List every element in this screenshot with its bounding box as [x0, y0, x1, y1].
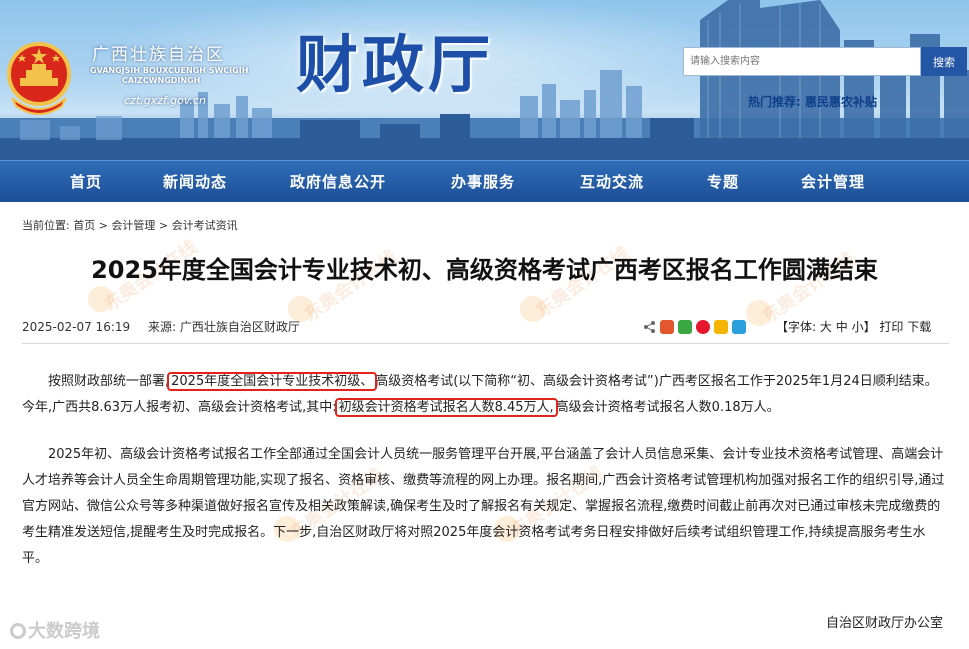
wechat-share-icon[interactable]	[678, 320, 692, 334]
nav-accounting[interactable]: 会计管理	[801, 161, 865, 203]
publish-date: 2025-02-07 16:19	[22, 320, 131, 334]
search-input[interactable]	[683, 47, 921, 76]
site-header: 广西壮族自治区 GVANGJSIH BOUXCUENGH SWCIGIH CAI…	[0, 0, 969, 160]
hot-recommend: 热门推荐: 惠民惠农补贴	[748, 93, 877, 110]
font-large[interactable]: 大	[820, 320, 832, 334]
weibo-share-icon[interactable]	[696, 320, 710, 334]
article-source: 来源: 广西壮族自治区财政厅	[147, 320, 300, 334]
site-title: 财政厅	[296, 28, 495, 101]
breadcrumb-sep: >	[98, 219, 108, 232]
corner-logo-text: 大数跨境	[28, 621, 100, 642]
font-options: 【字体: 大 中 小】 打印 下载	[776, 318, 931, 335]
watermark-logo	[746, 300, 772, 326]
nav-services[interactable]: 办事服务	[451, 161, 515, 203]
p2-text: 2025年初、高级会计资格考试报名工作全部通过全国会计人员统一服务管理平台开展,…	[22, 447, 945, 566]
highlight-box-1: 2025年度全国会计专业技术初级、	[167, 372, 378, 391]
nav-home[interactable]: 首页	[70, 161, 102, 203]
highlight-box-2: 初级会计资格考试报名人数8.45万人,	[334, 398, 558, 417]
province-name-zhuang: GVANGJSIH BOUXCUENGH SWCIGIH CAIZCWNGDIN…	[90, 66, 248, 86]
breadcrumb-exam-news[interactable]: 会计考试资讯	[172, 219, 238, 232]
corner-logo: 大数跨境	[10, 617, 100, 643]
main-nav: 首页 新闻动态 政府信息公开 办事服务 互动交流 专题 会计管理	[0, 160, 969, 202]
watermark-logo	[520, 296, 546, 322]
font-small[interactable]: 小	[852, 320, 864, 334]
search-button[interactable]: 搜索	[921, 47, 967, 76]
breadcrumb-home[interactable]: 首页	[73, 219, 95, 232]
site-domain: czt.gxzf.gov.cn	[124, 94, 206, 107]
print-link[interactable]: 打印	[879, 320, 903, 334]
breadcrumb: 当前位置: 首页 > 会计管理 > 会计考试资讯	[22, 217, 238, 233]
province-name: 广西壮族自治区	[92, 45, 225, 65]
nav-news[interactable]: 新闻动态	[163, 161, 227, 203]
breadcrumb-sep: >	[158, 219, 169, 232]
national-emblem-icon	[7, 42, 71, 115]
share-icon[interactable]	[643, 320, 656, 334]
nav-topics[interactable]: 专题	[707, 161, 739, 203]
qzone-share-icon[interactable]	[714, 320, 728, 334]
p1-text-a: 按照财政部统一部署,	[48, 374, 170, 389]
paragraph-1: 按照财政部统一部署, 2025年度全国会计专业技术初级、 高级资格考试(以下简称“初…	[22, 369, 949, 421]
red-share-icon[interactable]	[660, 320, 674, 334]
share-bar	[643, 319, 746, 335]
p1-text-c: 高级会计资格考试报名人数0.18万人。	[555, 400, 780, 415]
divider	[22, 343, 949, 344]
article-title: 2025年度全国会计专业技术初、高级资格考试广西考区报名工作圆满结束	[91, 256, 878, 284]
qq-share-icon[interactable]	[732, 320, 746, 334]
breadcrumb-accounting[interactable]: 会计管理	[111, 219, 155, 232]
hot-label: 热门推荐:	[748, 95, 801, 109]
corner-logo-icon	[10, 623, 26, 639]
nav-interaction[interactable]: 互动交流	[580, 161, 644, 203]
font-label: 【字体:	[776, 320, 817, 334]
nav-gov-info[interactable]: 政府信息公开	[290, 161, 386, 203]
download-link[interactable]: 下载	[907, 320, 931, 334]
paragraph-2: 2025年初、高级会计资格考试报名工作全部通过全国会计人员统一服务管理平台开展,…	[22, 442, 949, 572]
hot-link-subsidy[interactable]: 惠民惠农补贴	[805, 95, 877, 109]
font-close: 】	[863, 320, 876, 334]
watermark-logo	[88, 286, 114, 312]
signature: 自治区财政厅办公室	[826, 616, 944, 631]
breadcrumb-prefix: 当前位置:	[22, 219, 70, 232]
province-za-line1: GVANGJSIH BOUXCUENGH SWCIGIH	[90, 66, 249, 75]
font-medium[interactable]: 中	[836, 320, 848, 334]
province-za-line2: CAIZCWNGDINGH	[122, 76, 201, 85]
article-meta: 2025-02-07 16:19 来源: 广西壮族自治区财政厅	[22, 318, 300, 335]
